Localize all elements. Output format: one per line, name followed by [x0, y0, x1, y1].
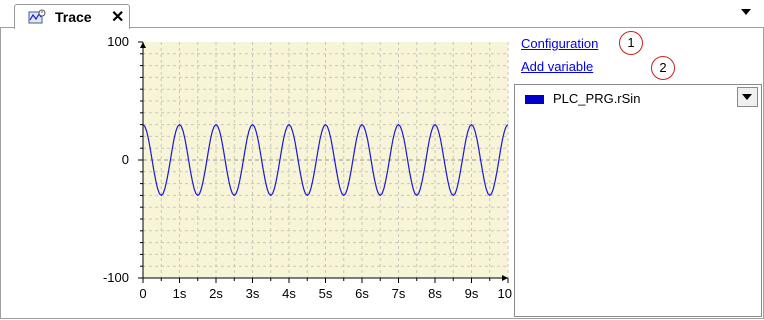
trace-icon — [28, 9, 46, 24]
variable-name: PLC_PRG.rSin — [553, 91, 641, 106]
x-tick-label: 7s — [392, 286, 406, 301]
trace-chart[interactable]: 0 1s 2s 3s 4s 5s 6s 7s 8s 9s 10s 100 0 -100 — [0, 28, 512, 316]
x-tick-label: 2s — [209, 286, 223, 301]
configuration-link[interactable]: Configuration — [521, 36, 598, 51]
x-tick-label: 0 — [139, 286, 146, 301]
x-tick-label: 5s — [319, 286, 333, 301]
variable-color-swatch — [525, 95, 544, 104]
tab-trace[interactable]: Trace ✕ — [14, 4, 130, 29]
variable-dropdown-button[interactable] — [737, 87, 758, 107]
x-tick-label: 8s — [428, 286, 442, 301]
y-tick-label: 0 — [122, 152, 129, 167]
x-tick-label: 1s — [173, 286, 187, 301]
close-icon[interactable]: ✕ — [111, 7, 124, 27]
add-variable-link[interactable]: Add variable — [521, 59, 593, 74]
x-tick-label: 6s — [355, 286, 369, 301]
x-tick-label: 10s — [498, 286, 512, 301]
variable-list: PLC_PRG.rSin — [514, 84, 762, 317]
chevron-down-icon[interactable] — [741, 9, 751, 15]
callout-2: 2 — [651, 56, 675, 80]
callout-1: 1 — [619, 31, 643, 55]
x-tick-label: 9s — [465, 286, 479, 301]
x-tick-label: 4s — [282, 286, 296, 301]
x-tick-label: 3s — [246, 286, 260, 301]
y-tick-label: 100 — [107, 34, 129, 49]
tab-bar: Trace ✕ — [0, 0, 764, 29]
tab-title: Trace — [55, 9, 92, 25]
variable-row[interactable]: PLC_PRG.rSin — [515, 89, 735, 107]
y-tick-label: -100 — [103, 270, 129, 285]
